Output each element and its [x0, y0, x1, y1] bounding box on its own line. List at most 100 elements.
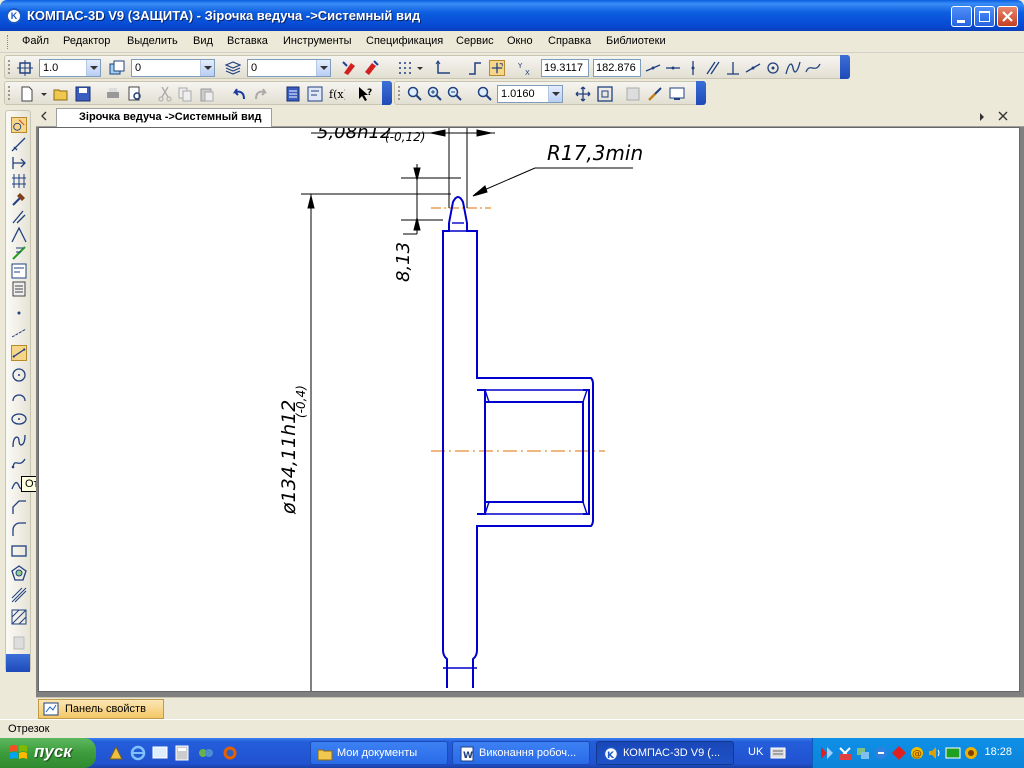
fx-icon[interactable]: f(x)	[329, 86, 345, 102]
zoom-window-icon[interactable]	[407, 86, 423, 102]
pan-icon[interactable]	[575, 86, 591, 102]
parallel-icon[interactable]	[705, 60, 721, 76]
tray-update-icon[interactable]	[873, 745, 889, 761]
tray-security-icon[interactable]	[837, 745, 853, 761]
vertical-line-icon[interactable]	[685, 60, 701, 76]
tray-status-icon[interactable]	[963, 745, 979, 761]
menu-libraries[interactable]: Библиотеки	[606, 35, 666, 47]
chevron-down-icon[interactable]	[548, 86, 562, 102]
grid-icon[interactable]	[397, 60, 413, 76]
point-on-curve-icon[interactable]	[645, 60, 661, 76]
auxiliary-line-icon[interactable]	[11, 325, 27, 341]
chevron-down-icon[interactable]	[415, 60, 425, 76]
keyboard-icon[interactable]	[770, 747, 786, 759]
undo-icon[interactable]	[231, 86, 247, 102]
layer-combo[interactable]: 0	[131, 59, 215, 77]
redo-icon[interactable]	[253, 86, 269, 102]
tray-antivirus-icon[interactable]	[891, 745, 907, 761]
menu-tools[interactable]: Инструменты	[283, 35, 352, 47]
kompas-app-icon[interactable]: K	[6, 8, 22, 24]
insert-group-icon[interactable]	[11, 281, 27, 297]
tab-scroll-left-icon[interactable]	[40, 111, 48, 121]
tray-app-icon[interactable]	[819, 745, 835, 761]
magnet-local-icon[interactable]	[363, 60, 379, 76]
show-desktop-icon[interactable]	[152, 745, 168, 761]
tray-volume-icon[interactable]	[927, 745, 943, 761]
chevron-down-icon[interactable]	[200, 60, 214, 76]
toolbar-overflow[interactable]	[696, 81, 706, 105]
maximize-button[interactable]	[974, 6, 995, 27]
calculator-icon[interactable]	[174, 745, 190, 761]
menu-file[interactable]: Файл	[22, 35, 49, 47]
compact-panel-expand[interactable]	[6, 654, 30, 672]
local-cs-icon[interactable]	[435, 60, 451, 76]
chamfer-icon[interactable]	[11, 499, 27, 515]
language-indicator[interactable]: UK	[748, 746, 763, 758]
geometry-group-icon[interactable]	[11, 117, 27, 133]
copy-icon[interactable]	[177, 86, 193, 102]
close-button[interactable]	[997, 6, 1018, 27]
perpendicular-icon[interactable]	[725, 60, 741, 76]
coord-y-field[interactable]: 182.876	[593, 59, 641, 77]
variables-icon[interactable]	[307, 86, 323, 102]
zoom-in-icon[interactable]	[427, 86, 443, 102]
dimensions-group-icon[interactable]	[11, 137, 27, 153]
menu-insert[interactable]: Вставка	[227, 35, 268, 47]
select-group-icon[interactable]	[11, 227, 27, 243]
drawing-canvas[interactable]: 5,08h12 (-0,12) R17,3min 8,13 ø134,11h12…	[38, 127, 1020, 692]
paste-icon[interactable]	[199, 86, 215, 102]
internet-explorer-icon[interactable]	[130, 745, 146, 761]
segment-icon[interactable]	[11, 345, 27, 361]
designations-group-icon[interactable]	[11, 155, 27, 171]
point-icon[interactable]	[11, 305, 27, 321]
tray-mail-icon[interactable]: @	[909, 745, 925, 761]
display-icon[interactable]	[669, 86, 685, 102]
messenger-icon[interactable]	[198, 745, 214, 761]
new-document-icon[interactable]	[19, 86, 35, 102]
toolbar-grip[interactable]	[8, 86, 11, 100]
measure-group-icon[interactable]	[11, 209, 27, 225]
start-button[interactable]: пуск	[0, 738, 96, 768]
tray-network-icon[interactable]	[855, 745, 871, 761]
print-preview-icon[interactable]	[127, 86, 143, 102]
bezier-icon[interactable]	[11, 455, 27, 471]
manager-icon[interactable]	[285, 86, 301, 102]
toolbar-overflow[interactable]	[382, 81, 392, 105]
show-all-icon[interactable]	[597, 86, 613, 102]
zoom-combo[interactable]: 1.0160	[497, 85, 563, 103]
task-word-document[interactable]: W Виконання робоч...	[452, 741, 590, 765]
style-combo[interactable]: 0	[247, 59, 331, 77]
ellipse-icon[interactable]	[11, 411, 27, 427]
cut-icon[interactable]	[157, 86, 173, 102]
rectangle-icon[interactable]	[11, 543, 27, 559]
chevron-down-icon[interactable]	[86, 60, 100, 76]
menu-grip[interactable]	[7, 35, 10, 49]
menu-specification[interactable]: Спецификация	[366, 35, 443, 47]
fillet-icon[interactable]	[11, 521, 27, 537]
center-point-icon[interactable]	[765, 60, 781, 76]
editing-group-icon[interactable]	[11, 173, 27, 189]
tangent-line-icon[interactable]	[745, 60, 761, 76]
task-my-documents[interactable]: Мои документы	[310, 741, 448, 765]
firefox-icon[interactable]	[222, 745, 238, 761]
menu-editor[interactable]: Редактор	[63, 35, 110, 47]
quicklaunch-app-icon[interactable]	[108, 745, 124, 761]
chevron-down-icon[interactable]	[39, 86, 49, 102]
snap-point-icon[interactable]	[17, 60, 33, 76]
tab-menu-icon[interactable]	[978, 112, 986, 122]
parametrization-group-icon[interactable]	[11, 191, 27, 207]
polygon-icon[interactable]	[11, 565, 27, 581]
clock[interactable]: 18:28	[984, 746, 1012, 758]
round-coords-icon[interactable]	[489, 60, 505, 76]
refresh-icon[interactable]	[625, 86, 641, 102]
menu-service[interactable]: Сервис	[456, 35, 494, 47]
toolbar-grip[interactable]	[8, 60, 11, 74]
layers-icon[interactable]	[109, 60, 125, 76]
menu-select[interactable]: Выделить	[127, 35, 178, 47]
menu-view[interactable]: Вид	[193, 35, 213, 47]
reports-group-icon[interactable]	[11, 263, 27, 279]
task-kompas[interactable]: K КОМПАС-3D V9 (...	[596, 741, 734, 765]
print-icon[interactable]	[105, 86, 121, 102]
help-pointer-icon[interactable]: ?	[357, 86, 373, 102]
sprocket-drawing[interactable]: 5,08h12 (-0,12) R17,3min 8,13 ø134,11h12…	[39, 128, 1020, 692]
